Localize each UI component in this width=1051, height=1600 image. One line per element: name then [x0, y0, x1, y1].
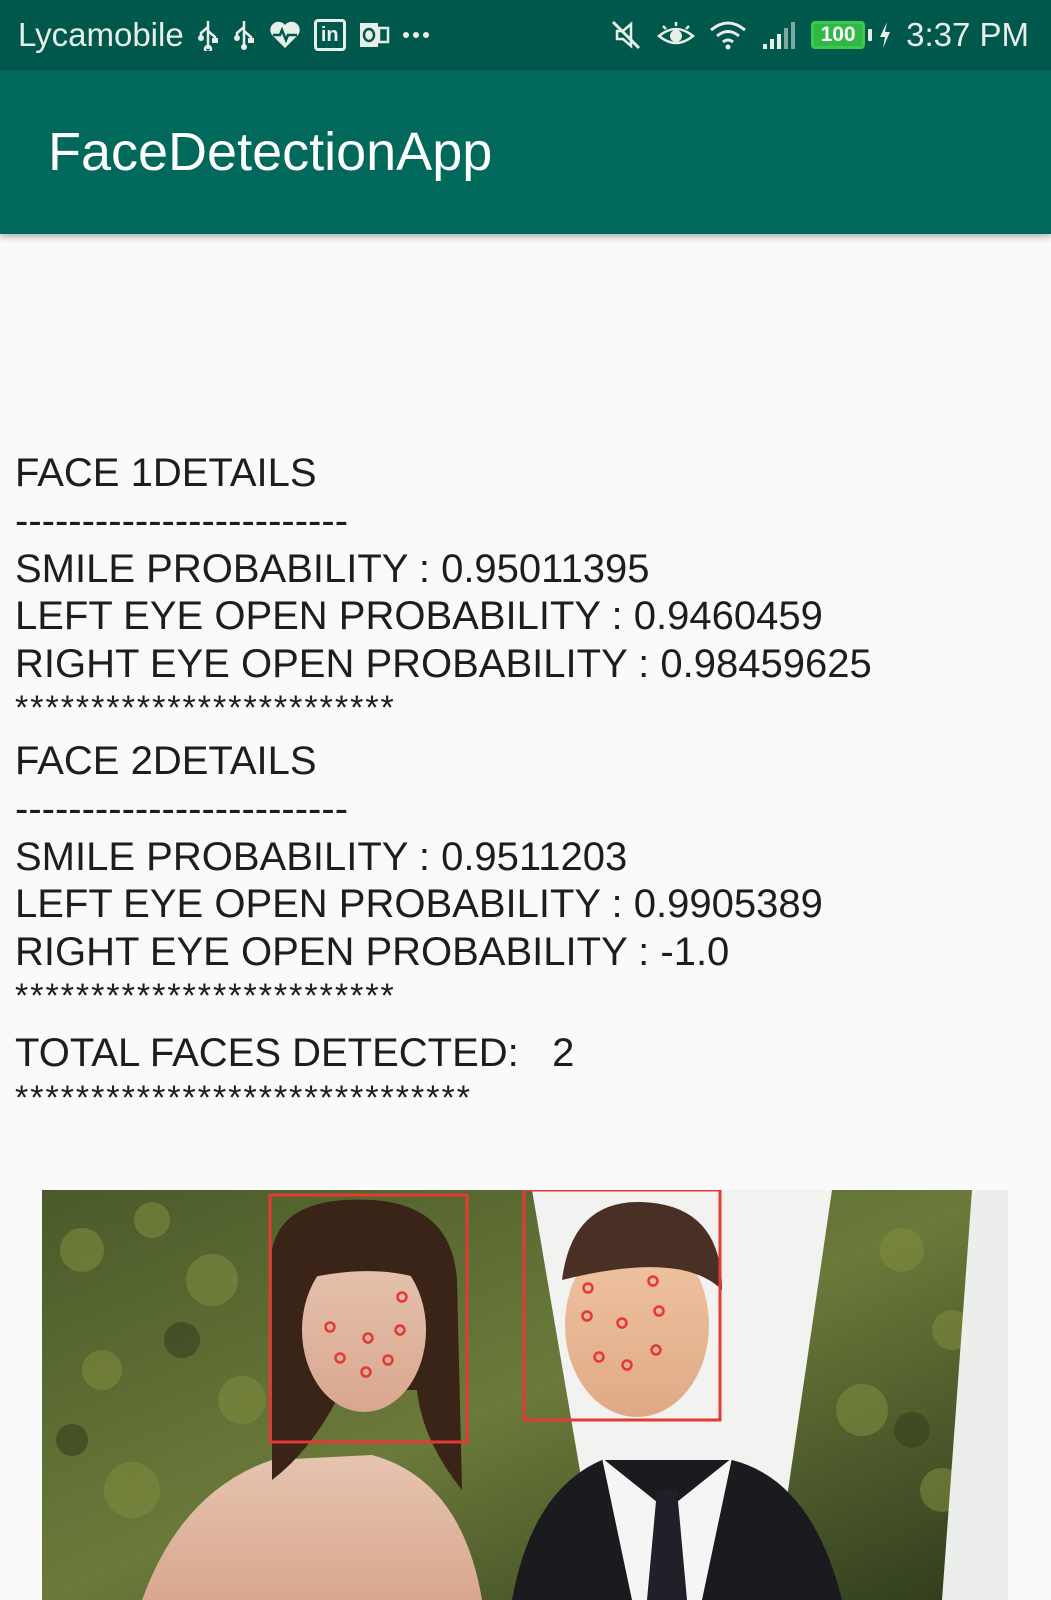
face2-right-eye: RIGHT EYE OPEN PROBABILITY : -1.0 [15, 929, 730, 974]
face1-header: FACE 1DETAILS [15, 451, 317, 495]
signal-icon [761, 17, 797, 53]
charging-icon [878, 17, 892, 53]
face-detection-image [42, 1190, 1008, 1600]
face1-left-eye: LEFT EYE OPEN PROBABILITY : 0.9460459 [15, 594, 823, 638]
results-text: FACE 1DETAILS ------------------------- … [15, 448, 1035, 1117]
face2-smile: SMILE PROBABILITY : 0.9511203 [15, 834, 628, 879]
clock: 3:37 PM [906, 16, 1029, 53]
face2-left-eye: LEFT EYE OPEN PROBABILITY : 0.9905389 [15, 882, 823, 926]
app-bar: FaceDetectionApp [0, 70, 1051, 234]
more-icon [402, 17, 430, 53]
status-left: Lycamobile in [18, 0, 430, 70]
face1-dashes: ------------------------- [15, 499, 349, 543]
status-bar: Lycamobile in 100 3:37 PM [0, 0, 1051, 70]
face1-stars: ************************* [15, 689, 396, 727]
usb-icon [232, 17, 256, 53]
face1-right-eye: RIGHT EYE OPEN PROBABILITY : 0.98459625 [15, 641, 872, 686]
app-title: FaceDetectionApp [48, 122, 493, 182]
total-faces: TOTAL FACES DETECTED: 2 [15, 1031, 575, 1075]
health-icon [268, 17, 302, 53]
status-right: 100 3:37 PM [609, 0, 1029, 70]
total-stars: ****************************** [15, 1079, 472, 1117]
battery-level: 100 [811, 21, 866, 49]
mute-icon [609, 17, 643, 53]
linkedin-icon: in [313, 17, 346, 53]
outlook-icon [358, 17, 390, 53]
face2-stars: ************************* [15, 977, 396, 1015]
wifi-icon [709, 17, 747, 53]
face2-header: FACE 2DETAILS [15, 739, 317, 783]
battery-icon: 100 [811, 21, 873, 49]
face2-dashes: ------------------------- [15, 787, 349, 831]
eye-icon [657, 17, 696, 53]
usb-icon [196, 17, 220, 53]
carrier-name: Lycamobile [18, 16, 184, 53]
face1-smile: SMILE PROBABILITY : 0.95011395 [15, 546, 650, 591]
